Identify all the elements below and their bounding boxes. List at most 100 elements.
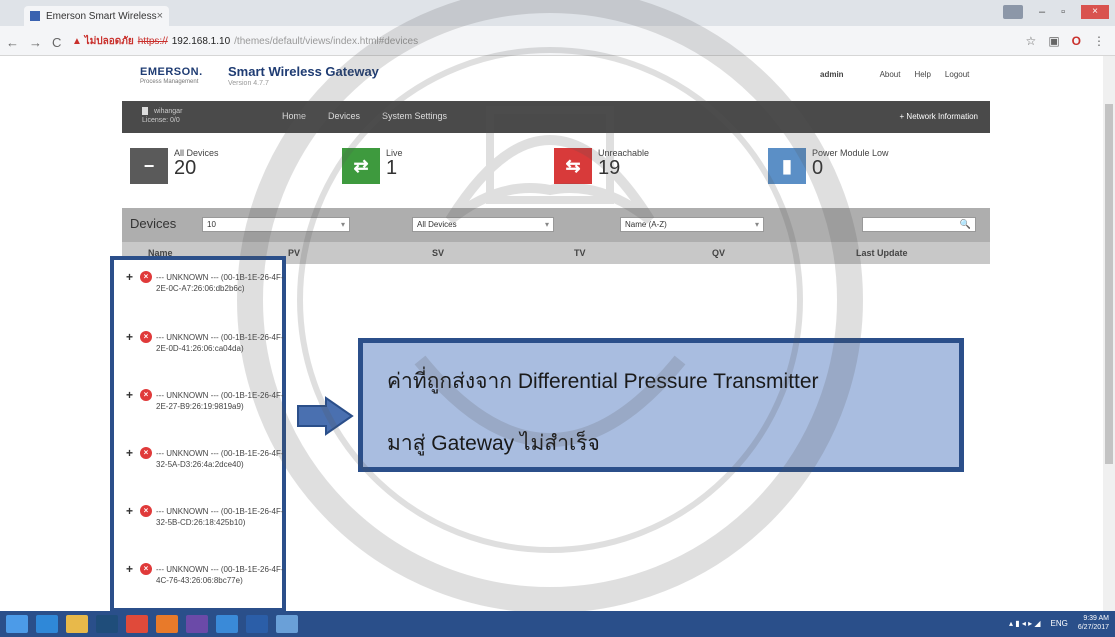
insecure-warning: ▲ ไม่ปลอดภัย bbox=[72, 36, 134, 47]
omnibar-actions: ☆ ▣ O ⋮ bbox=[1026, 34, 1105, 48]
file-explorer-icon[interactable] bbox=[66, 615, 88, 633]
device-name: --- UNKNOWN --- (00-1B-1E-26-4F-4C-76-43… bbox=[156, 565, 284, 585]
nav-arrows: ← → C bbox=[6, 35, 61, 50]
callout-line-1: ค่าที่ถูกส่งจาก Differential Pressure Tr… bbox=[387, 370, 819, 393]
firefox-icon[interactable] bbox=[156, 615, 178, 633]
device-name: --- UNKNOWN --- (00-1B-1E-26-4F-2E-0C-A7… bbox=[156, 273, 284, 293]
swap-arrows-icon: ⇄ bbox=[342, 148, 380, 184]
user-icon bbox=[142, 107, 148, 116]
minimize-button[interactable]: – bbox=[1039, 6, 1045, 18]
word-icon[interactable] bbox=[246, 615, 268, 633]
app-icon[interactable] bbox=[96, 615, 118, 633]
media-icon[interactable] bbox=[186, 615, 208, 633]
photos-icon[interactable] bbox=[276, 615, 298, 633]
device-filter-select[interactable]: All Devices ▾ bbox=[412, 217, 554, 232]
callout-line-2: มาสู่ Gateway ไม่สำเร็จ bbox=[387, 432, 600, 455]
url-host: 192.168.1.10 bbox=[171, 36, 231, 47]
tray-icons[interactable]: ▴ ▮ ◂ ▸ ◢ bbox=[1009, 619, 1041, 628]
scrollbar-thumb[interactable] bbox=[1105, 104, 1113, 464]
logo-subtitle: Process Management bbox=[140, 79, 199, 85]
expand-icon[interactable]: + bbox=[126, 447, 133, 459]
error-icon: × bbox=[140, 447, 152, 459]
minus-icon: − bbox=[130, 148, 168, 184]
tab-title: Emerson Smart Wireless bbox=[46, 10, 157, 22]
app-header: EMERSON. Process Management Smart Wirele… bbox=[0, 56, 1115, 100]
error-icon: × bbox=[140, 563, 152, 575]
error-icon: × bbox=[140, 505, 152, 517]
network-information-button[interactable]: + Network Information bbox=[900, 112, 978, 121]
tile-all-devices[interactable]: − All Devices 20 bbox=[130, 148, 219, 184]
chevron-down-icon: ▾ bbox=[544, 220, 549, 229]
col-sv[interactable]: SV bbox=[432, 248, 444, 258]
device-name: --- UNKNOWN --- (00-1B-1E-26-4F-32-5B-CD… bbox=[156, 507, 284, 527]
nav-devices[interactable]: Devices bbox=[328, 111, 360, 121]
tile-power-module-low[interactable]: ▮ Power Module Low 0 bbox=[768, 148, 889, 184]
broken-link-icon: ⇆ bbox=[554, 148, 592, 184]
col-last-update[interactable]: Last Update bbox=[856, 248, 908, 258]
window-controls: – ▫ × bbox=[1002, 5, 1109, 19]
nav-system-settings[interactable]: System Settings bbox=[382, 111, 447, 121]
browser-menu-icon[interactable]: ⋮ bbox=[1093, 34, 1105, 48]
opera-extension-icon[interactable]: O bbox=[1072, 34, 1081, 48]
tile-unreachable[interactable]: ⇆ Unreachable 19 bbox=[554, 148, 649, 184]
tile-count: 0 bbox=[812, 157, 824, 179]
nav-links: Home Devices System Settings bbox=[282, 111, 447, 121]
windows-start-icon[interactable] bbox=[6, 615, 28, 633]
system-tray: ▴ ▮ ◂ ▸ ◢ ENG 9:39 AM 6/27/2017 bbox=[1009, 614, 1109, 632]
col-tv[interactable]: TV bbox=[574, 248, 586, 258]
clock[interactable]: 9:39 AM 6/27/2017 bbox=[1078, 614, 1109, 632]
network-app-icon[interactable] bbox=[216, 615, 238, 633]
tile-live[interactable]: ⇄ Live 1 bbox=[342, 148, 403, 184]
expand-icon[interactable]: + bbox=[126, 505, 133, 517]
page-size-value: 10 bbox=[207, 220, 216, 229]
device-name: --- UNKNOWN --- (00-1B-1E-26-4F-2E-0D-41… bbox=[156, 333, 284, 353]
col-qv[interactable]: QV bbox=[712, 248, 725, 258]
browser-tab[interactable]: Emerson Smart Wireless × bbox=[24, 6, 169, 26]
chrome-icon[interactable] bbox=[126, 615, 148, 633]
pdf-extension-icon[interactable]: ▣ bbox=[1048, 34, 1059, 48]
emerson-logo: EMERSON. bbox=[140, 66, 203, 78]
devices-title: Devices bbox=[130, 216, 177, 231]
reload-button[interactable]: C bbox=[52, 35, 61, 50]
expand-icon[interactable]: + bbox=[126, 389, 133, 401]
forward-button[interactable]: → bbox=[29, 35, 42, 50]
status-tiles: − All Devices 20 ⇄ Live 1 ⇆ Unreachable 19 … bbox=[130, 148, 990, 188]
ie-icon[interactable] bbox=[36, 615, 58, 633]
sort-select[interactable]: Name (A-Z) ▾ bbox=[620, 217, 764, 232]
language-indicator[interactable]: ENG bbox=[1051, 619, 1068, 628]
screenshot-root: Emerson Smart Wireless × – ▫ × ← → C ▲ ไ… bbox=[0, 0, 1115, 637]
clock-date: 6/27/2017 bbox=[1077, 624, 1109, 631]
tab-close-icon[interactable]: × bbox=[157, 10, 163, 22]
close-window-button[interactable]: × bbox=[1081, 5, 1109, 19]
expand-icon[interactable]: + bbox=[126, 271, 133, 283]
error-icon: × bbox=[140, 331, 152, 343]
page-scrollbar[interactable] bbox=[1103, 56, 1115, 611]
tile-count: 19 bbox=[598, 157, 621, 179]
url-field[interactable]: ▲ ไม่ปลอดภัย https:// 192.168.1.10 /them… bbox=[72, 34, 418, 49]
tile-label: Power Module Low bbox=[812, 148, 889, 158]
col-pv[interactable]: PV bbox=[288, 248, 300, 258]
logout-link[interactable]: Logout bbox=[945, 70, 969, 79]
help-link[interactable]: Help bbox=[914, 70, 930, 79]
main-navbar: wihangar License: 0/0 Home Devices Syste… bbox=[122, 101, 990, 133]
battery-icon: ▮ bbox=[768, 148, 806, 184]
search-icon[interactable]: 🔍 bbox=[960, 219, 971, 230]
nav-home[interactable]: Home bbox=[282, 111, 306, 121]
about-link[interactable]: About bbox=[880, 70, 901, 79]
top-links: admin About Help Logout bbox=[820, 70, 969, 79]
tile-count: 1 bbox=[386, 157, 398, 179]
expand-icon[interactable]: + bbox=[126, 331, 133, 343]
sort-value: Name (A-Z) bbox=[625, 220, 667, 229]
expand-icon[interactable]: + bbox=[126, 563, 133, 575]
device-search-input[interactable]: 🔍 bbox=[862, 217, 976, 232]
profile-icon[interactable] bbox=[1002, 5, 1023, 19]
device-name: --- UNKNOWN --- (00-1B-1E-26-4F-2E-27-B9… bbox=[156, 391, 284, 411]
taskbar-icons bbox=[6, 615, 298, 633]
maximize-button[interactable]: ▫ bbox=[1061, 6, 1065, 18]
page-size-select[interactable]: 10 ▾ bbox=[202, 217, 350, 232]
bookmark-star-icon[interactable]: ☆ bbox=[1026, 34, 1037, 48]
annotation-callout: ค่าที่ถูกส่งจาก Differential Pressure Tr… bbox=[358, 338, 964, 472]
nav-user-info: wihangar License: 0/0 bbox=[142, 107, 182, 125]
back-button[interactable]: ← bbox=[6, 35, 19, 50]
browser-tabstrip: Emerson Smart Wireless × – ▫ × bbox=[0, 0, 1115, 26]
